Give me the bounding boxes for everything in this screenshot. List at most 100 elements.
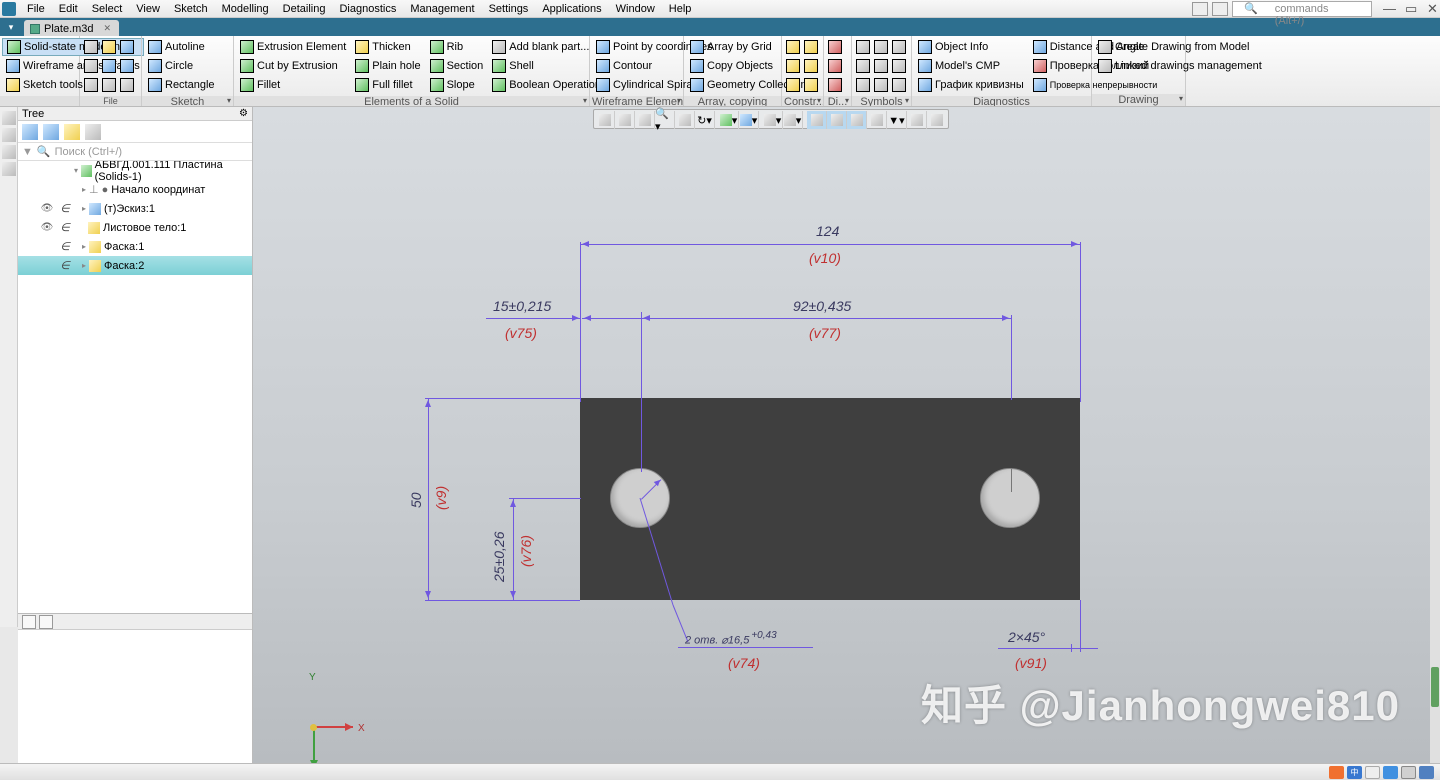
copy[interactable] <box>82 76 100 94</box>
undo[interactable] <box>100 57 118 75</box>
boolean[interactable]: Boolean Operation <box>488 76 605 94</box>
thicken[interactable]: Thicken <box>351 38 424 56</box>
tree-view-4[interactable] <box>85 124 101 140</box>
tree-view-3[interactable] <box>64 124 80 140</box>
props[interactable] <box>118 76 136 94</box>
header-btn-2[interactable] <box>1212 2 1228 16</box>
ct-shade[interactable]: ▾ <box>739 111 759 129</box>
rib[interactable]: Rib <box>426 38 488 56</box>
ct-1[interactable] <box>595 111 615 129</box>
sym-7[interactable] <box>854 76 872 94</box>
dim-92[interactable] <box>641 318 1011 319</box>
menu-applications[interactable]: Applications <box>535 1 608 17</box>
plain-hole[interactable]: Plain hole <box>351 57 424 75</box>
tray-icon-kbd[interactable] <box>1401 766 1416 779</box>
ct-14[interactable] <box>867 111 887 129</box>
constr-5[interactable] <box>784 76 802 94</box>
group-diagnostics[interactable]: Diagnostics <box>912 96 1091 106</box>
slope[interactable]: Slope <box>426 76 488 94</box>
ct-16[interactable] <box>907 111 927 129</box>
tree-item-chamfer1[interactable]: ∈ ▸ Фаска:1 <box>18 237 252 256</box>
ct-9[interactable]: ▾ <box>763 111 783 129</box>
restore-button[interactable]: ▭ <box>1398 0 1416 19</box>
scroll-thumb[interactable] <box>1431 667 1439 707</box>
full-fillet[interactable]: Full fillet <box>351 76 424 94</box>
print[interactable] <box>82 57 100 75</box>
tree-settings-icon[interactable]: ⚙ <box>239 108 248 119</box>
redo[interactable] <box>118 57 136 75</box>
close-button[interactable]: ✕ <box>1420 0 1438 19</box>
tray-icon-grid[interactable] <box>1419 766 1434 779</box>
tree-view-1[interactable] <box>22 124 38 140</box>
menu-detailing[interactable]: Detailing <box>276 1 333 17</box>
extrusion-element[interactable]: Extrusion Element <box>236 38 350 56</box>
menu-edit[interactable]: Edit <box>52 1 85 17</box>
edit-icon[interactable]: ∈ <box>58 240 72 253</box>
edit-icon[interactable]: ∈ <box>58 202 72 215</box>
side-tool-3[interactable] <box>2 145 16 159</box>
ct-12[interactable] <box>827 111 847 129</box>
ct-2[interactable] <box>615 111 635 129</box>
constr-6[interactable] <box>802 76 820 94</box>
fillet[interactable]: Fillet <box>236 76 350 94</box>
menu-diagnostics[interactable]: Diagnostics <box>332 1 403 17</box>
menu-select[interactable]: Select <box>85 1 130 17</box>
constr-3[interactable] <box>784 57 802 75</box>
header-btn-1[interactable] <box>1192 2 1208 16</box>
autoline[interactable]: Autoline <box>144 38 219 56</box>
shell[interactable]: Shell <box>488 57 605 75</box>
tree-item-origin[interactable]: ▸⊥● Начало координат <box>18 180 252 199</box>
tray-icon-sogou[interactable] <box>1329 766 1344 779</box>
dim-25[interactable] <box>513 498 514 600</box>
tab-close[interactable]: ✕ <box>104 23 112 34</box>
axis-triad[interactable]: XY <box>303 678 363 738</box>
hole-2[interactable] <box>980 468 1040 528</box>
tree-item-chamfer2[interactable]: ∈ ▸ Фаска:2 <box>18 256 252 275</box>
dim-124[interactable] <box>580 244 1080 245</box>
app-menu-dropdown[interactable]: ▾ <box>0 18 22 36</box>
sym-6[interactable] <box>890 57 908 75</box>
sym-9[interactable] <box>890 76 908 94</box>
add-blank-part[interactable]: Add blank part... <box>488 38 605 56</box>
object-info[interactable]: Object Info <box>914 38 1028 56</box>
tree-item-sheet[interactable]: 👁 ∈ Листовое тело:1 <box>18 218 252 237</box>
side-tool-1[interactable] <box>2 111 16 125</box>
sym-4[interactable] <box>854 57 872 75</box>
edit-icon[interactable]: ∈ <box>58 221 72 234</box>
dim-50[interactable] <box>428 398 429 600</box>
circle[interactable]: Circle <box>144 57 219 75</box>
constr-2[interactable] <box>802 38 820 56</box>
ct-6[interactable]: ↻▾ <box>695 111 715 129</box>
ct-17[interactable] <box>927 111 947 129</box>
ct-zoom[interactable]: 🔍▾ <box>655 111 675 129</box>
group-di[interactable]: Di...▾ <box>824 96 851 106</box>
ct-3[interactable] <box>635 111 655 129</box>
menu-help[interactable]: Help <box>662 1 699 17</box>
ct-11[interactable] <box>807 111 827 129</box>
dim-3[interactable] <box>826 76 844 94</box>
dim-2[interactable] <box>826 57 844 75</box>
dim-cham[interactable] <box>998 648 1098 649</box>
new-file[interactable] <box>82 38 100 56</box>
constr-4[interactable] <box>802 57 820 75</box>
panel-tab-2[interactable] <box>39 615 53 629</box>
group-solid[interactable]: Elements of a Solid▾ <box>234 96 589 106</box>
cut-extrusion[interactable]: Cut by Extrusion <box>236 57 350 75</box>
linked-drawings[interactable]: Linked drawings management <box>1094 57 1266 75</box>
tree-item-sketch[interactable]: 👁 ∈ ▸ (т)Эскиз:1 <box>18 199 252 218</box>
minimize-button[interactable]: — <box>1376 0 1394 18</box>
dim-1[interactable] <box>826 38 844 56</box>
sym-2[interactable] <box>872 38 890 56</box>
save-file[interactable] <box>118 38 136 56</box>
open-file[interactable] <box>100 38 118 56</box>
menu-settings[interactable]: Settings <box>482 1 536 17</box>
tree-view-2[interactable] <box>43 124 59 140</box>
panel-tab-1[interactable] <box>22 615 36 629</box>
document-tab[interactable]: Plate.m3d ✕ <box>24 20 119 36</box>
side-tool-4[interactable] <box>2 162 16 176</box>
tree-root[interactable]: ▾ АБВГД.001.111 Пластина (Solids-1) <box>18 161 252 180</box>
tray-icon-1[interactable] <box>1365 766 1380 779</box>
sym-3[interactable] <box>890 38 908 56</box>
group-drawing[interactable]: Drawing▾ <box>1092 94 1185 106</box>
create-drawing[interactable]: Create Drawing from Model <box>1094 38 1266 56</box>
